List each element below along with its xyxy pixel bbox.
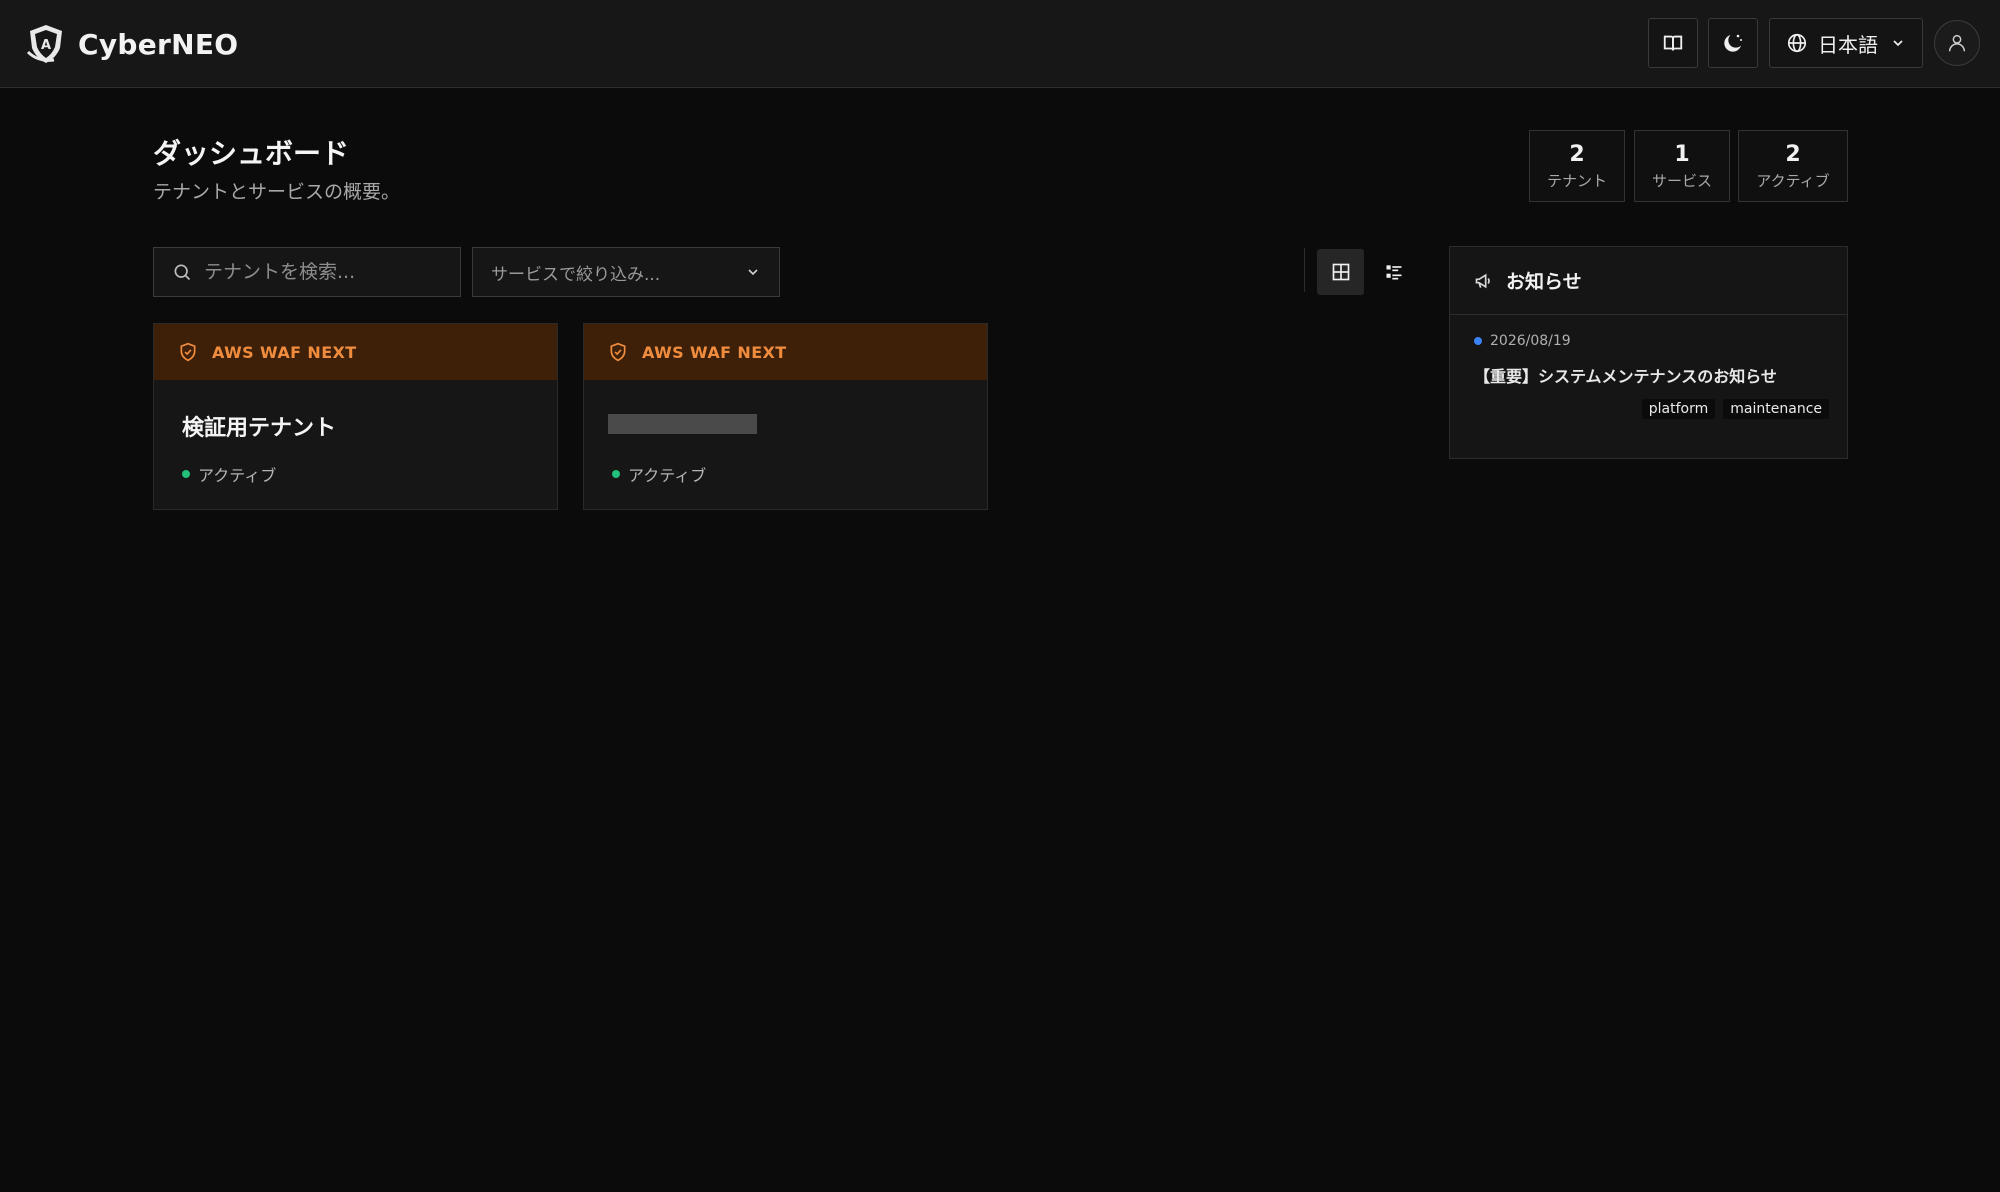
stat-label: テナント [1546,171,1607,190]
status-label: アクティブ [628,466,707,485]
grid-icon [1332,263,1349,281]
list-view-button[interactable] [1370,249,1417,295]
tenant-card[interactable]: AWS WAF NEXT アクティブ [583,323,988,510]
notice-text: 【重要】システムメンテナンスのお知らせ [1474,367,1777,386]
theme-toggle-button[interactable] [1708,18,1758,68]
top-bar: A CyberNEO 日本語 [0,0,2000,88]
stat-value: 1 [1674,141,1690,167]
stat-active: 2 アクティブ [1738,130,1848,202]
unread-dot [1474,337,1482,345]
search-icon [174,264,191,281]
list-icon [1386,265,1401,280]
notice-tag: platform [1641,399,1716,419]
stat-label: サービス [1651,171,1712,190]
language-selector[interactable]: 日本語 [1769,18,1923,68]
user-menu-button[interactable] [1934,20,1980,66]
notice-tags: platform maintenance [1474,399,1829,419]
notice-date: 2026/08/19 [1490,333,1571,349]
tenant-card[interactable]: AWS WAF NEXT 検証用テナント アクティブ [153,323,558,510]
notice-tag: maintenance [1723,399,1829,419]
status-label: アクティブ [198,466,277,485]
tenant-name: 検証用テナント [182,416,337,441]
notice-item[interactable]: 2026/08/19 【重要】システムメンテナンスのお知らせ platform … [1474,333,1829,419]
card-header: AWS WAF NEXT [584,324,987,380]
page-subtitle: テナントとサービスの概要。 [153,181,401,203]
book-open-icon [1663,35,1683,51]
service-filter-select[interactable]: サービスで絞り込み... [472,247,780,297]
card-service-name: AWS WAF NEXT [642,342,787,362]
svg-text:A: A [41,38,51,53]
status-dot [182,470,190,478]
stat-value: 2 [1785,141,1801,167]
stat-services: 1 サービス [1634,130,1730,202]
tenant-status: アクティブ [612,462,706,486]
notices-title: お知らせ [1506,271,1582,293]
language-label: 日本語 [1818,32,1878,57]
page-title: ダッシュボード [153,137,350,170]
chevron-down-icon [748,269,758,276]
notices-header: お知らせ [1450,247,1847,315]
view-toggle-divider [1304,248,1305,292]
stat-label: アクティブ [1756,171,1830,190]
stat-tenants: 2 テナント [1529,130,1625,202]
tenant-name-redacted [608,414,757,434]
shield-check-icon [610,342,626,362]
megaphone-icon [1475,273,1490,288]
moon-icon [1724,34,1742,52]
service-filter-label: サービスで絞り込み... [491,264,661,285]
globe-icon [1787,33,1807,53]
chevron-down-icon [1893,40,1903,47]
card-header: AWS WAF NEXT [154,324,557,380]
search-input[interactable] [204,261,454,283]
notice-date-row: 2026/08/19 [1474,333,1829,349]
notices-panel: お知らせ 2026/08/19 【重要】システムメンテナンスのお知らせ plat… [1449,246,1848,459]
stat-value: 2 [1569,141,1585,167]
grid-view-button[interactable] [1317,249,1364,295]
brand-name: CyberNEO [78,27,239,61]
user-icon [1948,34,1966,52]
docs-button[interactable] [1648,18,1698,68]
status-dot [612,470,620,478]
tenant-status: アクティブ [182,462,276,486]
shield-logo-icon: A [26,25,62,63]
shield-check-icon [180,342,196,362]
card-service-name: AWS WAF NEXT [212,342,357,362]
brand[interactable]: A CyberNEO [24,20,238,68]
tenant-search[interactable] [153,247,461,297]
